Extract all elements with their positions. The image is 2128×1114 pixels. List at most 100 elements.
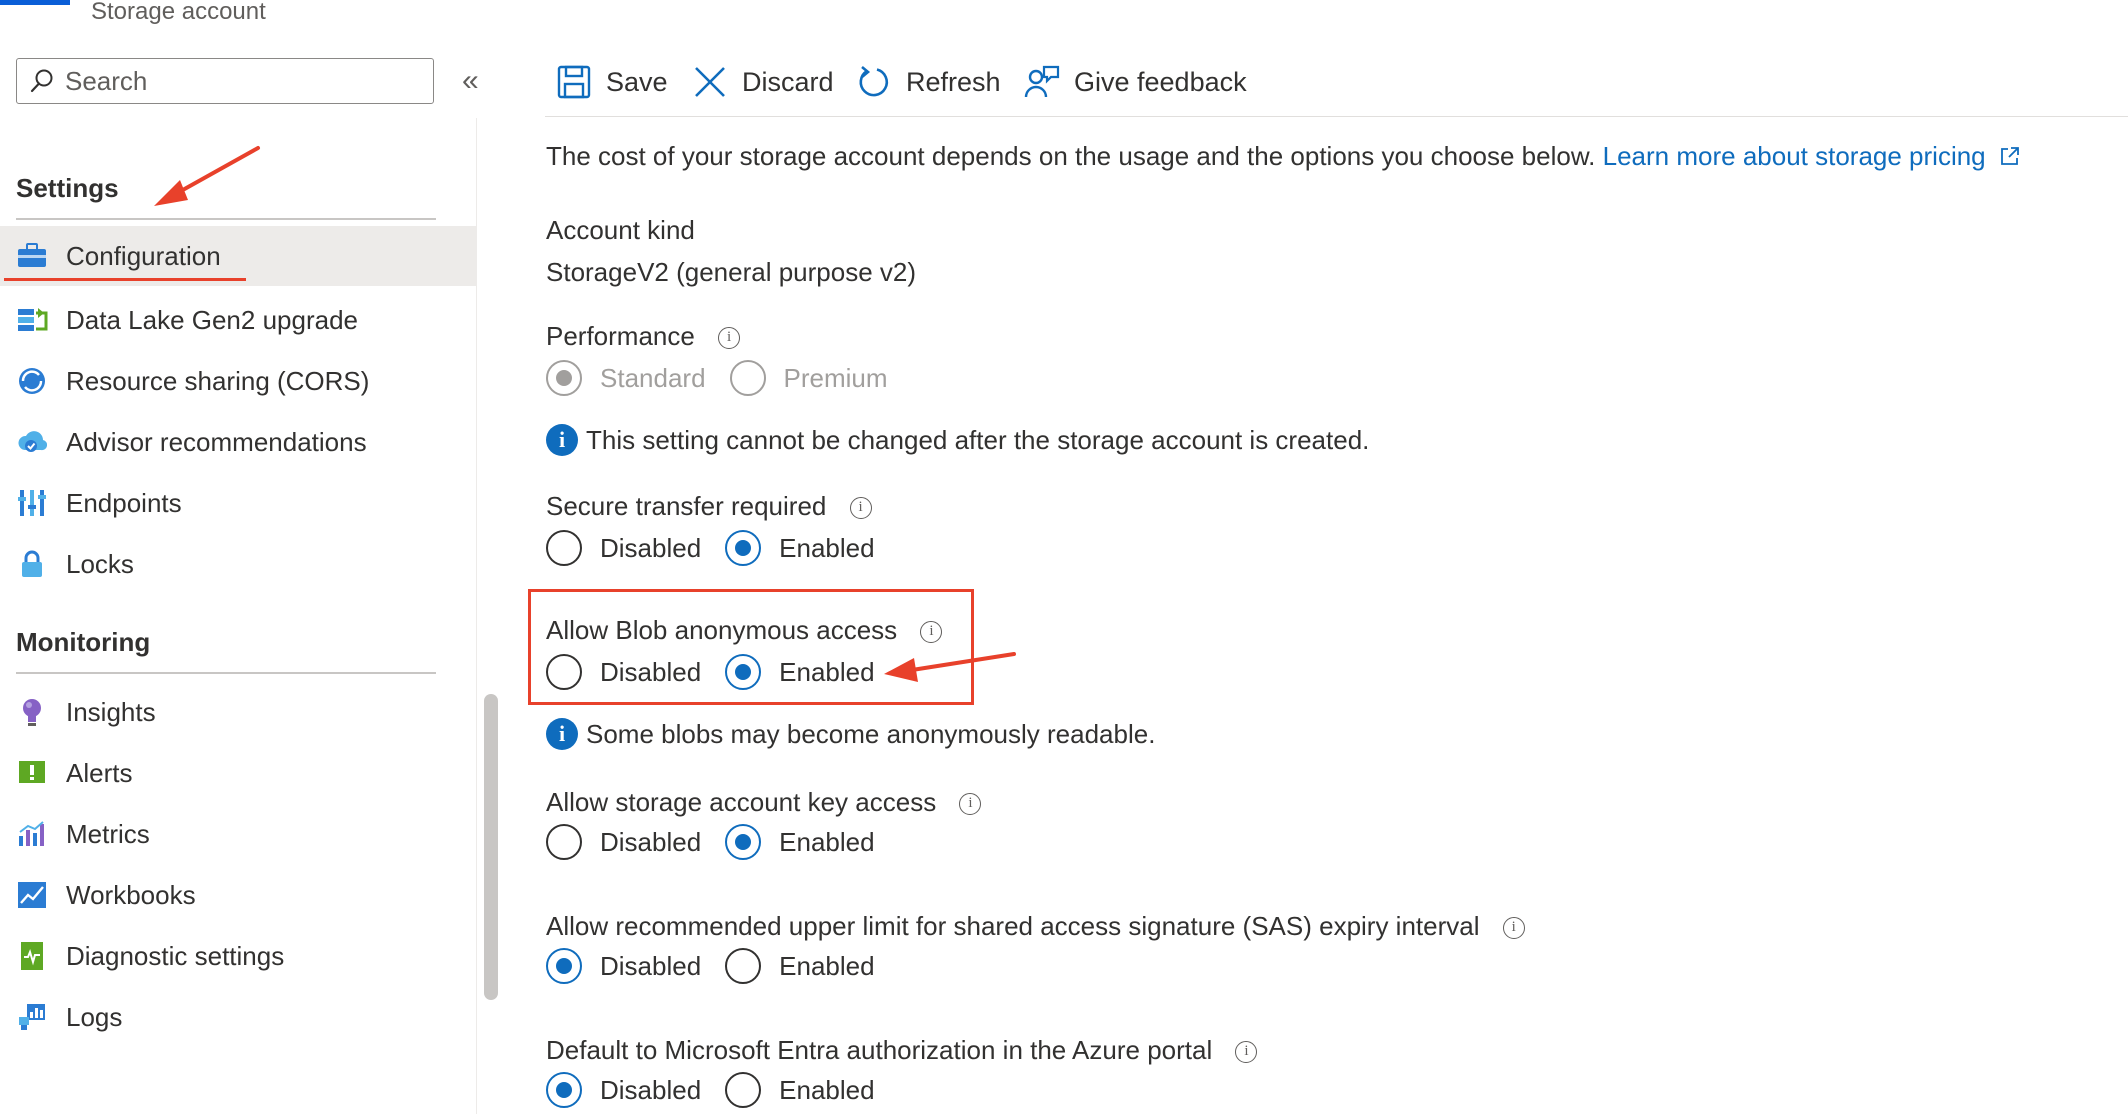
radio-label: Disabled — [600, 950, 702, 981]
sidebar-item-diagnostic-settings[interactable]: Diagnostic settings — [0, 926, 476, 986]
annotation-underline — [4, 278, 246, 281]
radio-circle — [725, 948, 762, 984]
secure-transfer-label-row: Secure transfer required i — [546, 490, 872, 522]
sas-limit-enabled-radio[interactable]: Enabled — [725, 948, 875, 984]
secure-transfer-radio-group: Disabled Enabled — [546, 530, 875, 566]
save-label: Save — [606, 66, 668, 97]
close-icon — [692, 64, 728, 100]
save-button[interactable]: Save — [556, 58, 668, 106]
data-lake-icon — [16, 304, 48, 336]
key-access-label-row: Allow storage account key access i — [546, 786, 982, 818]
monitoring-rule — [16, 672, 436, 674]
advisor-icon — [16, 426, 48, 458]
sidebar-item-advisor-recommendations[interactable]: Advisor recommendations — [0, 412, 476, 472]
radio-circle — [725, 530, 762, 566]
discard-button[interactable]: Discard — [692, 58, 834, 106]
blob-anonymous-label: Allow Blob anonymous access — [546, 615, 898, 645]
sidebar-item-label: Logs — [66, 1002, 123, 1032]
sas-limit-label-row: Allow recommended upper limit for shared… — [546, 910, 1525, 942]
sidebar-item-label: Advisor recommendations — [66, 427, 367, 457]
sidebar-item-locks[interactable]: Locks — [0, 534, 476, 594]
radio-label: Enabled — [779, 950, 875, 981]
sidebar-item-label: Data Lake Gen2 upgrade — [66, 305, 358, 335]
info-icon[interactable]: i — [959, 793, 982, 816]
resource-type-label: Storage account — [91, 0, 266, 25]
info-filled-icon: i — [546, 424, 578, 456]
radio-label: Disabled — [600, 656, 702, 687]
sidebar-item-label: Metrics — [66, 819, 150, 849]
workbooks-icon — [16, 879, 48, 911]
portal-logo-strip — [0, 0, 70, 5]
lightbulb-icon — [16, 696, 48, 728]
performance-label: Performance — [546, 321, 695, 351]
radio-label: Disabled — [600, 826, 702, 857]
sidebar-item-label: Resource sharing (CORS) — [66, 366, 370, 396]
storage-pricing-link[interactable]: Learn more about storage pricing — [1603, 141, 2021, 171]
radio-circle — [729, 360, 766, 396]
pricing-description: The cost of your storage account depends… — [546, 140, 2021, 172]
lock-icon — [16, 548, 48, 580]
sas-limit-label: Allow recommended upper limit for shared… — [546, 911, 1480, 941]
search-box[interactable] — [16, 58, 434, 104]
info-icon[interactable]: i — [1235, 1041, 1258, 1064]
sidebar-divider — [476, 118, 477, 1114]
entra-radio-group: Disabled Enabled — [546, 1072, 875, 1108]
sidebar-item-label: Alerts — [66, 758, 133, 788]
sidebar-item-insights[interactable]: Insights — [0, 682, 476, 742]
radio-circle — [546, 1072, 582, 1108]
storage-pricing-link-text: Learn more about storage pricing — [1602, 141, 1986, 171]
performance-label-row: Performance i — [546, 320, 741, 352]
external-link-icon — [2000, 147, 2019, 165]
info-icon[interactable]: i — [920, 621, 943, 644]
give-feedback-button[interactable]: Give feedback — [1024, 58, 1247, 106]
radio-label: Enabled — [779, 826, 875, 857]
cors-icon — [16, 365, 48, 397]
blob-anonymous-disabled-radio[interactable]: Disabled — [546, 654, 701, 690]
sidebar-item-alerts[interactable]: Alerts — [0, 743, 476, 803]
info-icon[interactable]: i — [1502, 917, 1525, 940]
alert-icon — [16, 757, 48, 789]
sidebar-item-label: Workbooks — [66, 880, 196, 910]
info-icon[interactable]: i — [718, 327, 741, 350]
settings-heading: Settings — [16, 173, 119, 203]
key-access-label: Allow storage account key access — [546, 787, 937, 817]
performance-premium-radio: Premium — [729, 360, 888, 396]
blob-anonymous-enabled-radio[interactable]: Enabled — [725, 654, 875, 690]
feedback-label: Give feedback — [1074, 66, 1247, 97]
sidebar-item-label: Diagnostic settings — [66, 941, 285, 971]
performance-note: i This setting cannot be changed after t… — [546, 424, 1369, 456]
key-access-enabled-radio[interactable]: Enabled — [725, 824, 875, 860]
search-input[interactable] — [65, 65, 425, 97]
sidebar-item-label: Endpoints — [66, 488, 182, 518]
radio-circle — [546, 654, 582, 690]
radio-circle — [546, 948, 582, 984]
entra-enabled-radio[interactable]: Enabled — [725, 1072, 875, 1108]
sidebar-item-resource-sharing-cors[interactable]: Resource sharing (CORS) — [0, 351, 476, 411]
radio-circle — [546, 530, 582, 566]
refresh-button[interactable]: Refresh — [856, 58, 1001, 106]
sidebar-item-workbooks[interactable]: Workbooks — [0, 865, 476, 925]
sidebar-item-data-lake-gen2-upgrade[interactable]: Data Lake Gen2 upgrade — [0, 290, 476, 350]
secure-transfer-enabled-radio[interactable]: Enabled — [725, 530, 875, 566]
sidebar-item-label: Insights — [66, 697, 156, 727]
secure-transfer-disabled-radio[interactable]: Disabled — [546, 530, 701, 566]
sidebar-item-metrics[interactable]: Metrics — [0, 804, 476, 864]
entra-disabled-radio[interactable]: Disabled — [546, 1072, 701, 1108]
sidebar-scrollbar-thumb[interactable] — [484, 694, 498, 1000]
sidebar-item-endpoints[interactable]: Endpoints — [0, 473, 476, 533]
monitoring-heading: Monitoring — [16, 627, 151, 657]
radio-circle — [725, 824, 762, 860]
radio-label: Enabled — [779, 1074, 875, 1105]
info-icon[interactable]: i — [849, 497, 872, 520]
blob-anonymous-note: i Some blobs may become anonymously read… — [546, 718, 1155, 750]
account-kind-value: StorageV2 (general purpose v2) — [546, 257, 917, 287]
refresh-icon — [856, 64, 892, 100]
sidebar-item-configuration[interactable]: Configuration — [0, 226, 476, 286]
sidebar-item-logs[interactable]: Logs — [0, 987, 476, 1047]
entra-label: Default to Microsoft Entra authorization… — [546, 1035, 1213, 1065]
key-access-disabled-radio[interactable]: Disabled — [546, 824, 701, 860]
radio-label: Enabled — [779, 532, 875, 563]
collapse-sidebar-icon[interactable]: « — [462, 64, 479, 98]
radio-circle — [546, 360, 582, 396]
sas-limit-disabled-radio[interactable]: Disabled — [546, 948, 701, 984]
